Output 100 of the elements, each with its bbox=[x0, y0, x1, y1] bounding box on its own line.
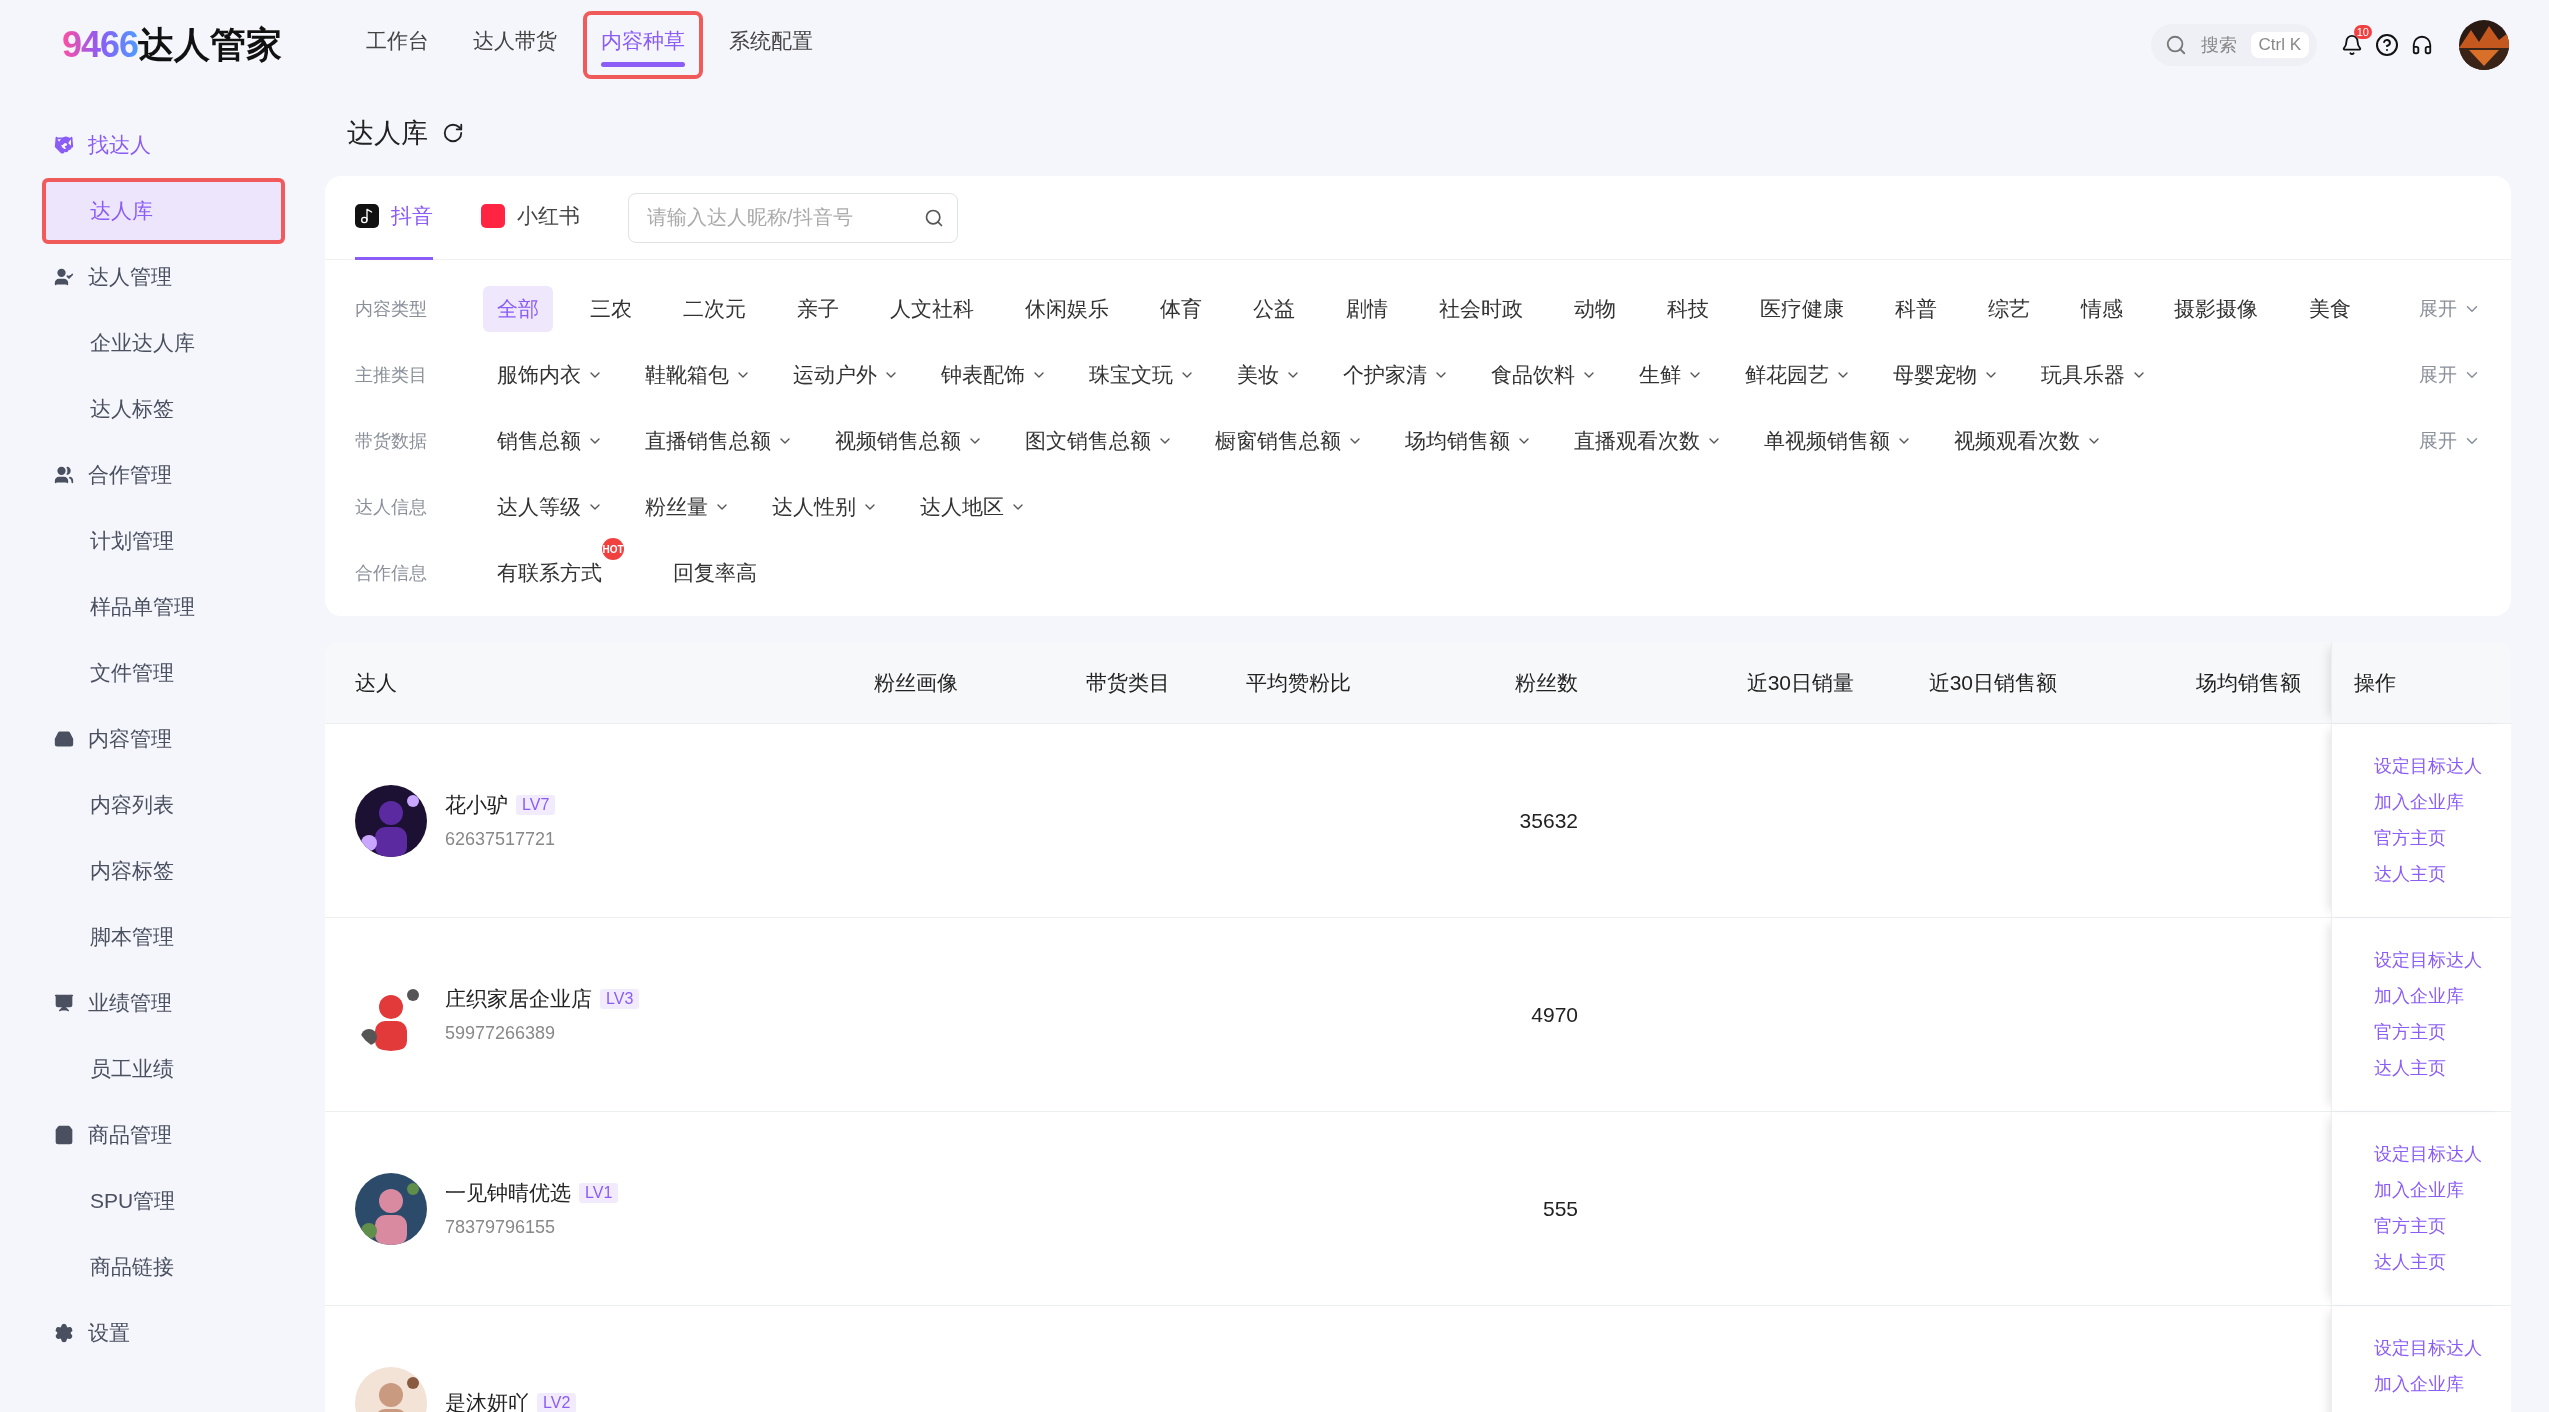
filter-dropdown[interactable]: 食品饮料 bbox=[1477, 352, 1611, 398]
action-link[interactable]: 官方主页 bbox=[2354, 1014, 2489, 1050]
filter-dropdown[interactable]: 鲜花园艺 bbox=[1731, 352, 1865, 398]
sidebar-item[interactable]: 脚本管理 bbox=[42, 904, 285, 970]
filter-dropdown[interactable]: 个护家清 bbox=[1329, 352, 1463, 398]
column-header: 带货类目 bbox=[1084, 669, 1171, 696]
filter-dropdown[interactable]: 母婴宠物 bbox=[1879, 352, 2013, 398]
category-tag[interactable]: 社会时政 bbox=[1425, 286, 1537, 332]
filter-dropdown[interactable]: 单视频销售额 bbox=[1750, 418, 1926, 464]
filter-dropdown[interactable]: 场均销售额 bbox=[1391, 418, 1546, 464]
action-link[interactable]: 设定目标达人 bbox=[2354, 942, 2489, 978]
sidebar-item[interactable]: SPU管理 bbox=[42, 1168, 285, 1234]
action-link[interactable]: 设定目标达人 bbox=[2354, 1136, 2489, 1172]
filter-dropdown[interactable]: 鞋靴箱包 bbox=[631, 352, 765, 398]
sidebar-item[interactable]: 企业达人库 bbox=[42, 310, 285, 376]
action-link[interactable]: 加入企业库 bbox=[2354, 1366, 2489, 1402]
filter-dropdown[interactable]: 珠宝文玩 bbox=[1075, 352, 1209, 398]
users-icon bbox=[54, 465, 74, 485]
category-tag[interactable]: 全部 bbox=[483, 286, 553, 332]
sidebar-item[interactable]: 达人标签 bbox=[42, 376, 285, 442]
refresh-icon[interactable] bbox=[442, 122, 464, 144]
sidebar-section[interactable]: 找达人 bbox=[42, 112, 325, 178]
action-link[interactable]: 达人主页 bbox=[2354, 856, 2489, 892]
category-tag[interactable]: 动物 bbox=[1560, 286, 1630, 332]
sidebar-item[interactable]: 计划管理 bbox=[42, 508, 285, 574]
filter-dropdown[interactable]: 美妆 bbox=[1223, 352, 1315, 398]
nav-tab[interactable]: 工作台 bbox=[348, 11, 447, 79]
sidebar-item[interactable]: 商品链接 bbox=[42, 1234, 285, 1300]
search-icon[interactable] bbox=[924, 207, 944, 228]
action-link[interactable]: 达人主页 bbox=[2354, 1050, 2489, 1086]
creator-id: 62637517721 bbox=[445, 829, 556, 850]
category-tag[interactable]: 综艺 bbox=[1974, 286, 2044, 332]
filter-dropdown[interactable]: 服饰内衣 bbox=[483, 352, 617, 398]
filter-dropdown[interactable]: 玩具乐器 bbox=[2027, 352, 2161, 398]
action-link[interactable]: 加入企业库 bbox=[2354, 1172, 2489, 1208]
category-tag[interactable]: 休闲娱乐 bbox=[1011, 286, 1123, 332]
action-link[interactable]: 官方主页 bbox=[2354, 820, 2489, 856]
category-tag[interactable]: 科技 bbox=[1653, 286, 1723, 332]
bell-icon[interactable] bbox=[2341, 34, 2363, 56]
nav-tab[interactable]: 达人带货 bbox=[455, 11, 575, 79]
category-tag[interactable]: 亲子 bbox=[783, 286, 853, 332]
category-tag[interactable]: 美食 bbox=[2295, 286, 2365, 332]
category-tag[interactable]: 人文社科 bbox=[876, 286, 988, 332]
category-tag[interactable]: 三农 bbox=[576, 286, 646, 332]
sidebar-section[interactable]: 达人管理 bbox=[42, 244, 325, 310]
category-tag[interactable]: 科普 bbox=[1881, 286, 1951, 332]
column-header: 达人 bbox=[354, 669, 398, 696]
sidebar-section[interactable]: 设置 bbox=[42, 1300, 325, 1366]
category-tag[interactable]: 公益 bbox=[1239, 286, 1309, 332]
filter-dropdown[interactable]: 粉丝量 bbox=[631, 484, 744, 530]
sidebar-item[interactable]: 文件管理 bbox=[42, 640, 285, 706]
sidebar-item[interactable]: 内容列表 bbox=[42, 772, 285, 838]
sidebar-item[interactable]: 达人库 bbox=[42, 178, 285, 244]
filter-dropdown[interactable]: 视频观看次数 bbox=[1940, 418, 2116, 464]
filter-dropdown[interactable]: 运动户外 bbox=[779, 352, 913, 398]
filter-dropdown[interactable]: 钟表配饰 bbox=[927, 352, 1061, 398]
action-link[interactable]: 官方主页 bbox=[2354, 1208, 2489, 1244]
filter-option[interactable]: 回复率高 bbox=[659, 550, 771, 596]
brand-logo: 9466达人管家 bbox=[62, 22, 284, 68]
filter-dropdown[interactable]: 直播销售总额 bbox=[631, 418, 807, 464]
action-link[interactable]: 达人主页 bbox=[2354, 1244, 2489, 1280]
sidebar-section[interactable]: 内容管理 bbox=[42, 706, 325, 772]
filter-dropdown[interactable]: 达人等级 bbox=[483, 484, 617, 530]
sidebar-item[interactable]: 内容标签 bbox=[42, 838, 285, 904]
search-field[interactable]: 请输入达人昵称/抖音号 bbox=[628, 192, 958, 243]
column-header: 粉丝数 bbox=[1514, 669, 1579, 696]
category-tag[interactable]: 剧情 bbox=[1332, 286, 1402, 332]
nav-tab[interactable]: 系统配置 bbox=[711, 11, 831, 79]
sidebar-section[interactable]: 商品管理 bbox=[42, 1102, 325, 1168]
category-tag[interactable]: 二次元 bbox=[669, 286, 760, 332]
action-link[interactable]: 设定目标达人 bbox=[2354, 1330, 2489, 1366]
action-link[interactable]: 设定目标达人 bbox=[2354, 748, 2489, 784]
filter-dropdown[interactable]: 达人性别 bbox=[758, 484, 892, 530]
platform-tab[interactable]: 抖音 bbox=[355, 175, 433, 260]
column-header: 平均赞粉比 bbox=[1245, 669, 1352, 696]
sidebar-item[interactable]: 员工业绩 bbox=[42, 1036, 285, 1102]
filter-dropdown[interactable]: 橱窗销售总额 bbox=[1201, 418, 1377, 464]
search-field[interactable]: 搜索 Ctrl K bbox=[2150, 24, 2317, 66]
filter-dropdown[interactable]: 达人地区 bbox=[906, 484, 1040, 530]
filter-dropdown[interactable]: 视频销售总额 bbox=[821, 418, 997, 464]
filter-label: 内容类型 bbox=[355, 298, 428, 321]
category-tag[interactable]: 摄影摄像 bbox=[2160, 286, 2272, 332]
tray-icon bbox=[54, 729, 74, 749]
filter-dropdown[interactable]: 销售总额 bbox=[483, 418, 617, 464]
filter-dropdown[interactable]: 直播观看次数 bbox=[1560, 418, 1736, 464]
sidebar-section[interactable]: 合作管理 bbox=[42, 442, 325, 508]
filter-dropdown[interactable]: 生鲜 bbox=[1625, 352, 1717, 398]
action-link[interactable]: 加入企业库 bbox=[2354, 978, 2489, 1014]
category-tag[interactable]: 医疗健康 bbox=[1746, 286, 1858, 332]
category-tag[interactable]: 体育 bbox=[1146, 286, 1216, 332]
sidebar-item[interactable]: 样品单管理 bbox=[42, 574, 285, 640]
help-icon[interactable] bbox=[2375, 33, 2399, 57]
sidebar-section[interactable]: 业绩管理 bbox=[42, 970, 325, 1036]
action-link[interactable]: 加入企业库 bbox=[2354, 784, 2489, 820]
platform-tab[interactable]: 小红书 bbox=[481, 175, 580, 260]
filter-dropdown[interactable]: 图文销售总额 bbox=[1011, 418, 1187, 464]
nav-tab[interactable]: 内容种草 bbox=[583, 11, 703, 79]
search-icon bbox=[2164, 34, 2187, 56]
category-tag[interactable]: 情感 bbox=[2067, 286, 2137, 332]
headset-icon[interactable] bbox=[2411, 34, 2433, 56]
